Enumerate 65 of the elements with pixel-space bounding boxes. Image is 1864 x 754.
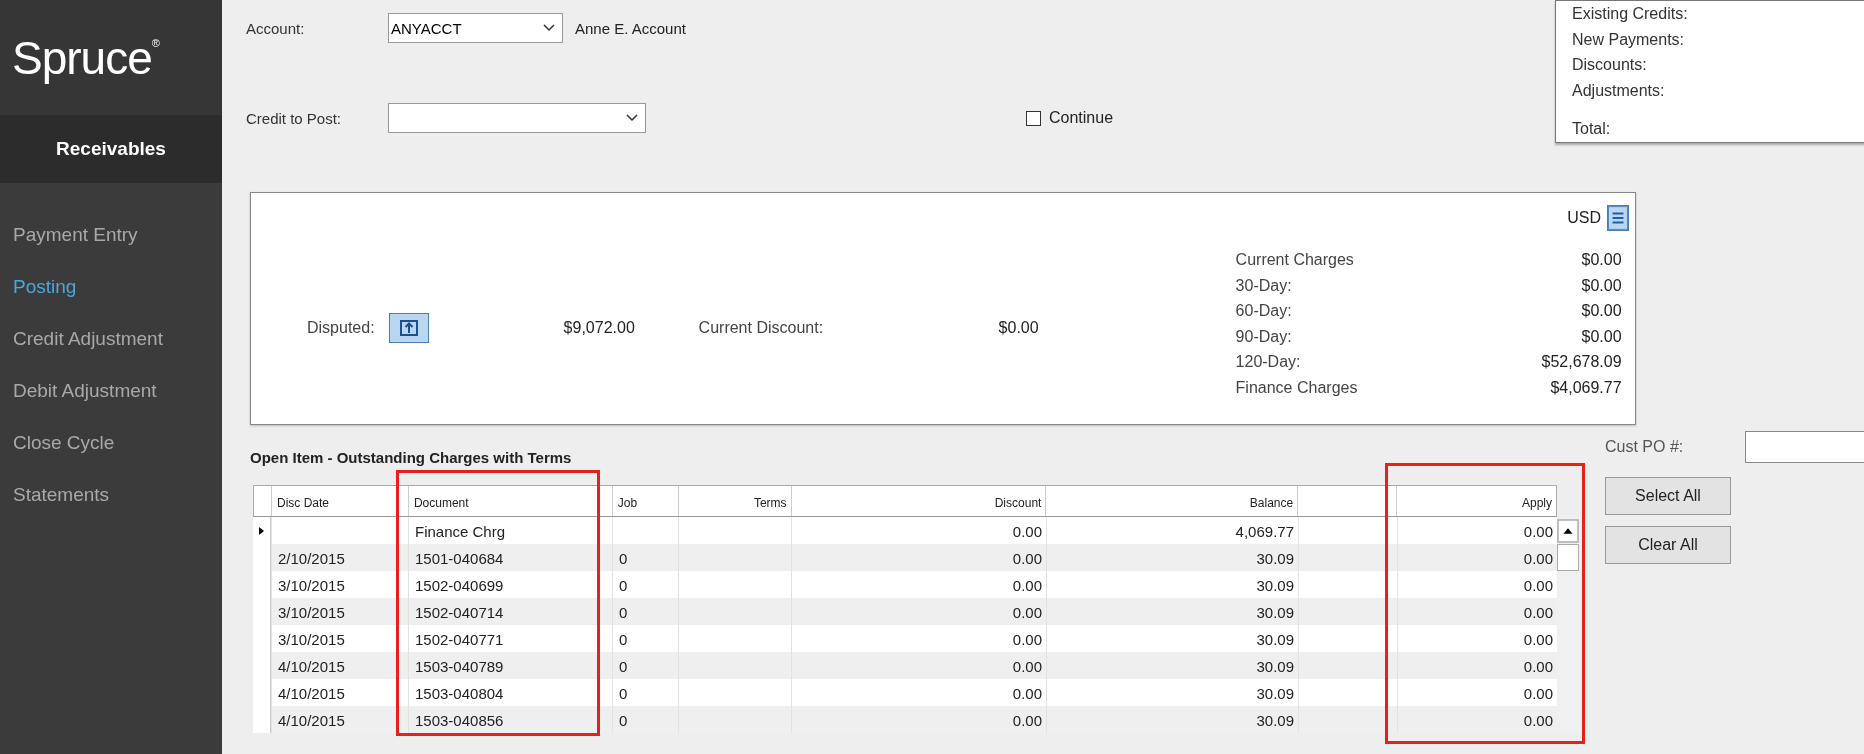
- column-header[interactable]: Discount: [790, 486, 1046, 516]
- grid-action-button[interactable]: Select All: [1605, 477, 1731, 515]
- credit-dropdown[interactable]: [388, 103, 646, 133]
- menu-icon[interactable]: [1607, 205, 1629, 231]
- aging-value: $4,069.77: [1549, 378, 1622, 398]
- aging-value: $0.00: [1580, 276, 1622, 296]
- module-title: Receivables: [0, 115, 222, 183]
- column-header[interactable]: Job: [611, 486, 678, 516]
- summary-label: Total:: [1572, 119, 1612, 140]
- sidebar-item[interactable]: Statements: [0, 469, 123, 521]
- cust-po-field[interactable]: [1745, 431, 1864, 463]
- summary-label: New Payments:: [1572, 29, 1686, 50]
- table-row[interactable]: 4/10/2015 1503-040804 0 0.00 30.09 0.00: [253, 679, 1557, 706]
- discount-label: Current Discount:: [698, 318, 825, 337]
- disputed-label: Disputed:: [307, 318, 375, 337]
- sidebar-item[interactable]: Close Cycle: [0, 417, 128, 469]
- caret-icon: [542, 23, 556, 33]
- sidebar-item[interactable]: Payment Entry: [0, 209, 151, 261]
- sidebar-item[interactable]: Debit Adjustment: [0, 365, 170, 417]
- column-header[interactable]: Apply: [1396, 486, 1556, 516]
- account-name: Anne E. Account: [575, 19, 686, 37]
- grid-action-button[interactable]: Clear All: [1605, 526, 1731, 564]
- aging-label: 30-Day:: [1235, 276, 1293, 296]
- table-cell: 4/10/2015: [271, 706, 408, 733]
- aging-label: 60-Day:: [1235, 302, 1293, 322]
- aging-value: $0.00: [1580, 302, 1622, 322]
- aging-label: 120-Day:: [1235, 353, 1302, 373]
- aging-label: Finance Charges: [1235, 378, 1359, 398]
- account-dropdown[interactable]: ANYACCT: [388, 13, 563, 43]
- summary-label: Adjustments:: [1572, 81, 1666, 102]
- table-cell: 30.09: [1046, 706, 1298, 733]
- caret-icon: [625, 113, 639, 123]
- column-header[interactable]: Disc Date: [271, 486, 408, 516]
- scroll-thumb[interactable]: [1557, 544, 1579, 571]
- aging-label: 90-Day:: [1235, 327, 1293, 347]
- aging-value: $52,678.09: [1540, 353, 1622, 373]
- scroll-up-icon[interactable]: [1557, 519, 1579, 543]
- logo: Spruce$^{®}$: [12, 30, 159, 85]
- table-row[interactable]: Finance Chrg 0.00 4,069.77 0.00: [253, 517, 1557, 544]
- credit-label: Credit to Post:: [246, 109, 343, 127]
- continue-checkbox[interactable]: [1026, 110, 1041, 126]
- current-row-icon: [259, 526, 264, 535]
- table-cell: 0: [612, 706, 678, 733]
- account-label: Account:: [246, 19, 306, 37]
- currency-label: USD: [1567, 209, 1601, 227]
- column-header[interactable]: Document: [407, 486, 612, 516]
- discount-value: $0.00: [998, 318, 1040, 337]
- summary-label: Existing Credits:: [1572, 3, 1689, 24]
- table-row[interactable]: 3/10/2015 1502-040771 0 0.00 30.09 0.00: [253, 625, 1557, 652]
- aging-value: $0.00: [1580, 327, 1622, 347]
- aging-value: $0.00: [1580, 251, 1622, 270]
- continue-label: Continue: [1049, 109, 1114, 127]
- cust-po-label: Cust PO #:: [1605, 438, 1685, 456]
- column-header[interactable]: Terms: [677, 486, 791, 516]
- aging-label: Current Charges: [1235, 251, 1355, 270]
- column-header[interactable]: Balance: [1045, 486, 1298, 516]
- sidebar-item[interactable]: Credit Adjustment: [0, 313, 176, 365]
- grid-title: Open Item - Outstanding Charges with Terms: [250, 449, 573, 468]
- table-cell: 0.00: [791, 706, 1046, 733]
- sidebar-item[interactable]: Posting: [0, 261, 90, 313]
- disputed-amount: $9,072.00: [563, 318, 636, 337]
- summary-label: Discounts:: [1572, 55, 1648, 76]
- table-cell: 1503-040856: [408, 706, 612, 733]
- table-row[interactable]: 3/10/2015 1502-040699 0 0.00 30.09 0.00: [253, 571, 1557, 598]
- upload-icon[interactable]: [388, 312, 429, 343]
